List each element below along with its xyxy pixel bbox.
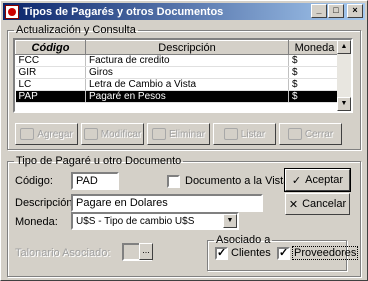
talonario-browse-button[interactable]: ...	[139, 243, 153, 260]
cell-moneda: $	[288, 66, 341, 79]
maximize-button[interactable]: □	[328, 4, 344, 18]
cerrar-button[interactable]: Cerrar	[279, 123, 342, 145]
documento-vista-checkbox[interactable]	[167, 175, 180, 188]
agregar-button[interactable]: Agregar	[15, 123, 78, 145]
descripcion-label: Descripción:	[15, 197, 76, 209]
cerrar-label: Cerrar	[304, 128, 334, 140]
codigo-input[interactable]: PAD	[71, 172, 119, 190]
cancelar-label: Cancelar	[302, 198, 347, 210]
add-icon	[20, 128, 35, 140]
title-bar: Tipos de Pagarés y otros Documentos _ □ …	[3, 3, 365, 20]
modificar-label: Modificar	[100, 128, 142, 140]
table-row[interactable]: LC Letra de Cambio a Vista $	[15, 78, 341, 91]
cell-code: GIR	[15, 66, 86, 79]
listar-label: Listar	[240, 128, 266, 140]
agregar-label: Agregar	[37, 128, 73, 140]
exit-icon	[287, 128, 302, 140]
aceptar-button[interactable]: ✓ Aceptar	[284, 168, 351, 192]
moneda-selected-value: U$S - Tipo de cambio U$S	[76, 216, 195, 227]
edit-icon	[83, 128, 98, 140]
column-header-descripcion[interactable]: Descripción	[85, 40, 289, 55]
grid-scrollbar[interactable]: ▲ ▼	[337, 40, 351, 111]
app-icon	[5, 4, 19, 19]
checkmark-icon: ✓	[291, 174, 302, 187]
talonario-label: Talonario Asociado:	[15, 247, 111, 259]
cell-moneda: $	[288, 54, 341, 67]
column-header-codigo[interactable]: Código	[15, 40, 86, 55]
scroll-up-icon[interactable]: ▲	[337, 40, 351, 54]
minimize-button[interactable]: _	[311, 4, 327, 18]
close-icon: ✕	[288, 198, 299, 211]
delete-icon	[151, 128, 166, 140]
moneda-select[interactable]: U$S - Tipo de cambio U$S ▼	[71, 212, 239, 230]
codigo-label: Código:	[15, 175, 53, 187]
cell-code: LC	[15, 78, 86, 91]
consulta-legend: Actualización y Consulta	[16, 24, 136, 36]
cell-moneda: $	[288, 78, 341, 91]
column-header-moneda[interactable]: Moneda	[288, 40, 341, 55]
documento-vista-label: Documento a la Vista	[185, 175, 290, 187]
cell-desc: Factura de credito	[85, 54, 289, 67]
asociado-legend: Asociado a	[216, 234, 271, 246]
main-window: Tipos de Pagarés y otros Documentos _ □ …	[0, 0, 368, 281]
table-row-selected[interactable]: PAP Pagaré en Pesos $	[15, 90, 341, 103]
listar-button[interactable]: Listar	[213, 123, 276, 145]
scroll-down-icon[interactable]: ▼	[337, 97, 351, 111]
detalle-legend: Tipo de Pagaré u otro Documento	[16, 155, 182, 167]
aceptar-label: Aceptar	[305, 174, 344, 186]
table-row[interactable]: GIR Giros $	[15, 66, 341, 79]
cell-code: FCC	[15, 54, 86, 67]
cell-code: PAP	[15, 90, 86, 103]
cell-desc: Giros	[85, 66, 289, 79]
clientes-label: Clientes	[231, 247, 271, 259]
eliminar-label: Eliminar	[168, 128, 206, 140]
table-row[interactable]: FCC Factura de credito $	[15, 54, 341, 67]
documents-grid[interactable]: Código Descripción Moneda FCC Factura de…	[13, 38, 353, 113]
clientes-checkbox[interactable]	[215, 246, 228, 260]
cell-desc: Pagaré en Pesos	[85, 90, 289, 103]
window-title: Tipos de Pagarés y otros Documentos	[23, 5, 224, 18]
descripcion-input[interactable]: Pagare en Dolares	[71, 194, 263, 212]
cell-desc: Letra de Cambio a Vista	[85, 78, 289, 91]
eliminar-button[interactable]: Eliminar	[147, 123, 210, 145]
toolbar: Agregar Modificar Eliminar Listar Cerrar	[15, 123, 342, 145]
cancelar-button[interactable]: ✕ Cancelar	[285, 193, 350, 215]
chevron-down-icon[interactable]: ▼	[223, 214, 237, 228]
close-button[interactable]: ×	[347, 4, 363, 18]
moneda-label: Moneda:	[15, 216, 58, 228]
cell-moneda: $	[288, 90, 341, 103]
proveedores-checkbox[interactable]	[277, 246, 290, 260]
print-icon	[223, 128, 238, 140]
proveedores-label: Proveedores	[292, 246, 359, 260]
modificar-button[interactable]: Modificar	[81, 123, 144, 145]
